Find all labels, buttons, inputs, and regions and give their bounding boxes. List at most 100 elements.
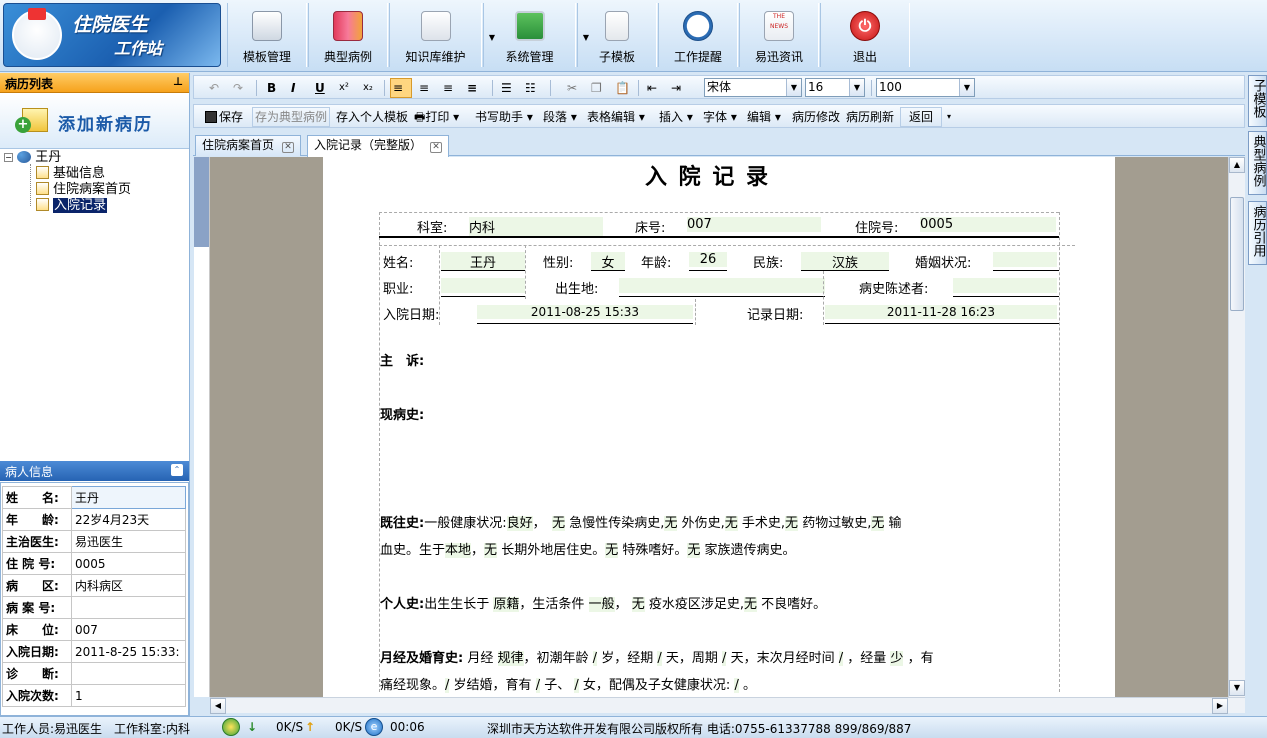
typical-cases-button[interactable]: 典型病例 bbox=[308, 3, 388, 67]
menstrual-history-line1: 月经及婚育史: 月经 规律，初潮年龄 / 岁，经期 / 天，周期 / 天，末次月… bbox=[380, 651, 934, 666]
scroll-down-icon[interactable]: ▼ bbox=[1229, 680, 1245, 696]
side-tab-typical-cases[interactable]: 典型病例 bbox=[1248, 131, 1267, 195]
patient-info-value[interactable]: 内科病区 bbox=[71, 574, 186, 597]
patient-info-key: 姓 名: bbox=[2, 486, 72, 509]
tree-node-patient[interactable]: − 王丹 bbox=[4, 150, 61, 166]
undo-icon[interactable]: ↶ bbox=[206, 78, 222, 98]
knowledge-base-button[interactable]: 知识库维护 ▼ bbox=[389, 3, 495, 67]
patient-info-value[interactable]: 007 bbox=[71, 618, 186, 641]
copy-icon[interactable]: ❐ bbox=[588, 78, 605, 98]
marital-field[interactable] bbox=[993, 252, 1057, 267]
patient-info-value[interactable]: 0005 bbox=[71, 552, 186, 575]
system-manage-button[interactable]: 系统管理 ▼ bbox=[483, 3, 589, 67]
writing-helper-menu[interactable]: 书写助手 ▾ bbox=[472, 107, 536, 127]
underline-button[interactable]: U bbox=[312, 78, 328, 98]
redo-icon[interactable]: ↷ bbox=[230, 78, 246, 98]
edit-menu[interactable]: 编辑 ▾ bbox=[744, 107, 784, 127]
save-typical-case-button[interactable]: 存为典型病例 bbox=[252, 107, 331, 127]
patient-info-value[interactable]: 2011-8-25 15:33: bbox=[71, 640, 186, 663]
italic-button[interactable]: I bbox=[288, 78, 298, 98]
bullet-list-icon[interactable]: ☰ bbox=[498, 78, 515, 98]
align-center-icon[interactable]: ≡ bbox=[416, 78, 438, 98]
dept-field[interactable]: 内科 bbox=[469, 217, 603, 236]
paragraph-menu[interactable]: 段落 ▾ bbox=[540, 107, 580, 127]
close-icon[interactable]: ✕ bbox=[430, 142, 443, 153]
inpatient-no-field[interactable]: 0005 bbox=[920, 217, 1056, 232]
insert-menu[interactable]: 插入 ▾ bbox=[656, 107, 696, 127]
align-right-icon[interactable]: ≡ bbox=[440, 78, 462, 98]
record-modify-button[interactable]: 病历修改 bbox=[789, 107, 843, 127]
patient-info-value[interactable] bbox=[71, 662, 186, 685]
collapse-panel-icon[interactable]: ⌃ bbox=[171, 464, 183, 476]
save-button[interactable]: 保存 bbox=[202, 107, 246, 127]
zoom-select[interactable]: 100 ▼ bbox=[876, 78, 975, 97]
patient-info-value[interactable] bbox=[71, 596, 186, 619]
subscript-button[interactable]: x₂ bbox=[360, 78, 376, 98]
pin-icon[interactable]: ⊥ bbox=[173, 75, 183, 88]
numbered-list-icon[interactable]: ☷ bbox=[522, 78, 539, 98]
vertical-scrollbar[interactable]: ▲ ▼ bbox=[1228, 157, 1245, 697]
cut-icon[interactable]: ✂ bbox=[564, 78, 580, 98]
toolbar-overflow-icon[interactable]: ▾ bbox=[944, 107, 954, 127]
record-date-field[interactable]: 2011-11-28 16:23 bbox=[825, 305, 1057, 319]
age-field[interactable]: 26 bbox=[689, 252, 727, 267]
template-manage-button[interactable]: 模板管理 bbox=[227, 3, 307, 67]
patient-info-key: 病 案 号: bbox=[2, 596, 72, 619]
patient-info-value[interactable]: 1 bbox=[71, 684, 186, 707]
side-tab-sub-template[interactable]: 子模板 bbox=[1248, 75, 1267, 127]
template-pencil-icon bbox=[252, 11, 282, 41]
tab-case-front-page[interactable]: 住院病案首页 ✕ bbox=[195, 135, 302, 156]
outdent-icon[interactable]: ⇤ bbox=[644, 78, 660, 98]
scroll-thumb[interactable] bbox=[1230, 197, 1244, 311]
sub-template-button[interactable]: 子模板 bbox=[577, 3, 657, 67]
collapse-icon[interactable]: − bbox=[4, 153, 13, 162]
table-edit-menu[interactable]: 表格编辑 ▾ bbox=[584, 107, 648, 127]
patient-info-value[interactable]: 王丹 bbox=[71, 486, 186, 509]
side-tab-record-reference[interactable]: 病历引用 bbox=[1248, 201, 1267, 265]
font-size-select[interactable]: 16 ▼ bbox=[805, 78, 865, 97]
indent-icon[interactable]: ⇥ bbox=[668, 78, 684, 98]
patient-info-value[interactable]: 22岁4月23天 bbox=[71, 508, 186, 531]
font-family-select[interactable]: 宋体 ▼ bbox=[704, 78, 802, 97]
superscript-button[interactable]: x² bbox=[336, 78, 352, 98]
horizontal-scrollbar[interactable]: ◀ ▶ bbox=[210, 697, 1245, 714]
occupation-field[interactable] bbox=[441, 278, 525, 293]
patient-info-value[interactable]: 易迅医生 bbox=[71, 530, 186, 553]
narrator-field[interactable] bbox=[953, 278, 1057, 293]
browser-icon[interactable]: e bbox=[365, 718, 383, 736]
sex-field[interactable]: 女 bbox=[591, 252, 625, 271]
document-page[interactable]: 入 院 记 录 科室: 内科 床号: 007 住院号: 0005 姓名: 王丹 … bbox=[323, 157, 1115, 697]
font-menu[interactable]: 字体 ▾ bbox=[700, 107, 740, 127]
tree-item-admission-record[interactable]: 入院记录 bbox=[36, 198, 108, 214]
name-field[interactable]: 王丹 bbox=[441, 252, 525, 271]
patient-info-row: 病 案 号: bbox=[2, 596, 186, 619]
close-icon[interactable]: ✕ bbox=[282, 142, 295, 153]
tree-item-case-front-page[interactable]: 住院病案首页 bbox=[36, 182, 131, 198]
align-left-icon[interactable]: ≡ bbox=[390, 78, 412, 98]
scroll-left-icon[interactable]: ◀ bbox=[210, 698, 226, 714]
tab-admission-record[interactable]: 入院记录（完整版） ✕ bbox=[307, 135, 450, 157]
toolbar-separator bbox=[550, 80, 551, 96]
books-icon bbox=[333, 11, 363, 41]
back-button[interactable]: 返回 bbox=[900, 107, 943, 127]
save-personal-template-button[interactable]: 存入个人模板 bbox=[333, 107, 411, 127]
news-button[interactable]: THE NEWS 易迅资讯 bbox=[739, 3, 819, 67]
admission-date-field[interactable]: 2011-08-25 15:33 bbox=[477, 305, 693, 319]
align-justify-icon[interactable]: ≡ bbox=[464, 78, 486, 98]
birthplace-field[interactable] bbox=[619, 278, 825, 293]
bed-field[interactable]: 007 bbox=[687, 217, 821, 232]
scroll-right-icon[interactable]: ▶ bbox=[1212, 698, 1228, 714]
bold-button[interactable]: B bbox=[264, 78, 279, 98]
monitor-icon bbox=[514, 11, 545, 41]
patient-info-key: 入院日期: bbox=[2, 640, 72, 663]
record-refresh-button[interactable]: 病历刷新 bbox=[843, 107, 897, 127]
paste-icon[interactable]: 📋 bbox=[612, 78, 633, 98]
exit-button[interactable]: ⏻ 退出 bbox=[820, 3, 910, 67]
add-new-record-button[interactable]: 添加新病历 bbox=[0, 94, 189, 149]
work-reminder-button[interactable]: 工作提醒 bbox=[658, 3, 738, 67]
print-button[interactable]: 🖶打印 ▾ bbox=[411, 107, 462, 127]
left-panel: 病历列表 ⊥ 添加新病历 − 王丹 基础信息 住院病案首页 入院记录 病人信息 … bbox=[0, 73, 190, 716]
scroll-up-icon[interactable]: ▲ bbox=[1229, 157, 1245, 173]
tree-item-basic-info[interactable]: 基础信息 bbox=[36, 166, 105, 182]
ethnic-field[interactable]: 汉族 bbox=[801, 252, 889, 271]
